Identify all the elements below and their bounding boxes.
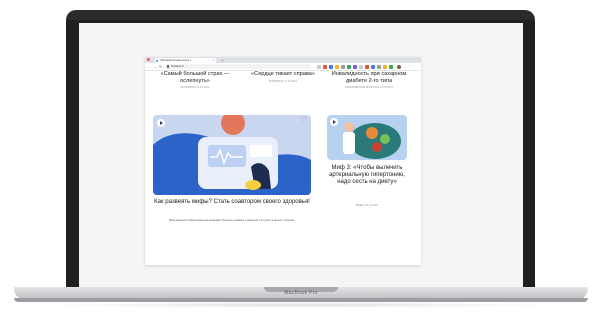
browser-toolbar: ← → ↻ flowsanit.ru ⋮ [145, 63, 421, 71]
featured-article-title[interactable]: Как развеять мифы? Стать соавтором своег… [153, 199, 311, 206]
side-article-meta: ВИДЕО 24.03.2021 [355, 204, 379, 207]
article-card[interactable]: Инвалидность при сахарном диабете 2-го т… [329, 71, 409, 111]
extension-icon[interactable] [377, 64, 381, 69]
article-card[interactable]: «Сердце тикает справа» ИНТЕРВЬЮ 24.03.20… [243, 71, 323, 111]
reload-icon[interactable]: ↻ [159, 64, 162, 69]
close-window-dot[interactable] [147, 58, 150, 61]
laptop-mockup: Образовательная серия «... × + ← → ↻ flo… [0, 0, 602, 319]
favicon-icon [156, 59, 158, 62]
heart-icon[interactable]: ♡ [301, 116, 307, 124]
laptop-screen: Образовательная серия «... × + ← → ↻ flo… [79, 23, 523, 287]
article-meta: ЮРИДИЧЕСКИЕ ВОПРОСЫ 24.03.2021 [344, 86, 394, 90]
article-meta: ИНТЕРВЬЮ 24.03.2021 [180, 86, 210, 90]
featured-illustration [153, 115, 311, 195]
extension-icon[interactable] [389, 64, 393, 69]
extension-icon[interactable] [365, 64, 369, 69]
side-article-title[interactable]: Миф 3: «Чтобы вылечить артериальную гипе… [327, 165, 407, 187]
data-panel [250, 145, 272, 157]
extension-icon[interactable] [317, 64, 321, 69]
head-shape [221, 115, 245, 135]
doctor-coat-shape [343, 132, 355, 154]
tab-close-icon[interactable]: × [213, 58, 215, 62]
play-icon[interactable] [157, 119, 165, 127]
address-text: flowsanit.ru [171, 65, 185, 68]
new-tab-button[interactable]: + [221, 58, 223, 63]
article-title[interactable]: Инвалидность при сахарном диабете 2-го т… [329, 71, 409, 84]
extension-icon[interactable] [347, 64, 351, 69]
play-icon[interactable] [330, 118, 338, 126]
extension-icon[interactable] [341, 64, 345, 69]
article-title[interactable]: «Сердце тикает справа» [243, 71, 323, 78]
extension-icon[interactable] [335, 64, 339, 69]
doctor-head-shape [344, 122, 354, 132]
article-meta: ИНТЕРВЬЮ 24.03.2021 [268, 79, 298, 83]
green-fruit-shape [380, 134, 390, 144]
forward-icon[interactable]: → [153, 64, 157, 69]
shoe-shape [245, 180, 261, 190]
red-fruit-shape [372, 142, 382, 152]
extension-icon[interactable] [383, 64, 387, 69]
extension-icon[interactable] [323, 64, 327, 69]
article-title[interactable]: «Самый большой страх — ослепнуть» [155, 71, 235, 84]
featured-article-description: Врач-кардиолог Ирина Бекетова призывает … [169, 219, 295, 222]
laptop-base-edge [14, 298, 588, 302]
back-icon[interactable]: ← [147, 64, 151, 69]
side-illustration [343, 122, 401, 159]
laptop-bezel-top [66, 10, 535, 20]
browser-window: Образовательная серия «... × + ← → ↻ flo… [145, 57, 421, 265]
lock-icon [166, 65, 169, 68]
device-brand-label: MacBook Pro [284, 290, 318, 296]
menu-icon[interactable]: ⋮ [407, 64, 411, 69]
extension-icon[interactable] [353, 64, 357, 69]
side-article-image[interactable] [327, 115, 407, 160]
orange-fruit-shape [366, 127, 378, 139]
avatar[interactable] [397, 64, 401, 69]
extension-icon[interactable] [371, 64, 375, 69]
web-page: «Самый большой страх — ослепнуть» ИНТЕРВ… [145, 71, 421, 265]
tab-title: Образовательная серия «... [160, 59, 194, 62]
extension-icon[interactable] [329, 64, 333, 69]
extension-icon[interactable] [359, 64, 363, 69]
laptop-shadow [40, 302, 562, 308]
featured-article-image[interactable]: ♡ [153, 115, 311, 195]
address-bar[interactable]: flowsanit.ru [165, 64, 311, 69]
article-card[interactable]: «Самый большой страх — ослепнуть» ИНТЕРВ… [155, 71, 235, 111]
